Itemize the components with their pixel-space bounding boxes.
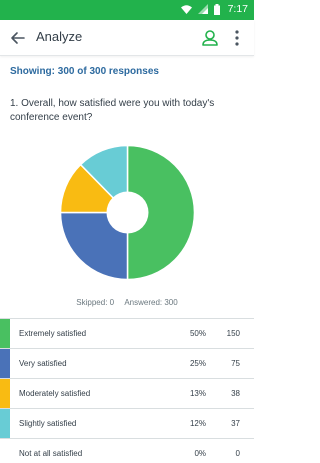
table-row[interactable]: Extremely satisfied 50% 150: [0, 319, 254, 349]
answer-count: 38: [231, 389, 240, 398]
signal-icon: [197, 4, 208, 14]
answer-percent: 0%: [194, 449, 206, 458]
responses-count: Showing: 300 of 300 responses: [10, 66, 159, 77]
person-icon[interactable]: [201, 28, 219, 48]
answer-count: 0: [235, 449, 240, 458]
donut-hole: [106, 191, 149, 234]
question-title: 1. Overall, how satisfied were you with …: [10, 98, 215, 123]
legend-swatch: [0, 349, 10, 378]
skipped-count: Skipped: 0: [76, 298, 115, 307]
wifi-icon: [180, 4, 192, 14]
answer-label: Moderately satisfied: [19, 389, 91, 398]
legend-swatch: [0, 319, 10, 348]
answer-label: Extremely satisfied: [19, 329, 87, 338]
answer-label: Very satisfied: [19, 359, 67, 368]
answer-label: Slightly satisfied: [19, 419, 77, 428]
answer-label: Not at all satisfied: [19, 449, 83, 458]
donut-chart: [59, 144, 196, 281]
more-vertical-icon[interactable]: [230, 28, 244, 48]
table-row[interactable]: Not at all satisfied 0% 0: [0, 439, 254, 463]
answered-count: Answered: 300: [124, 298, 178, 307]
answer-percent: 13%: [189, 389, 206, 398]
legend-swatch: [0, 439, 10, 463]
status-bar: 7:17: [0, 0, 254, 20]
app-bar: Analyze: [0, 20, 254, 56]
legend-swatch: [0, 409, 10, 438]
arrow-left-icon[interactable]: [8, 28, 28, 48]
answer-table: Extremely satisfied 50% 150 Very satisfied 2…: [0, 318, 254, 463]
answer-percent: 25%: [189, 359, 206, 368]
table-row[interactable]: Very satisfied 25% 75: [0, 349, 254, 379]
page-title: Analyze: [36, 29, 83, 44]
table-row[interactable]: Slightly satisfied 12% 37: [0, 409, 254, 439]
chart-summary: Skipped: 0 Answered: 300: [0, 298, 254, 307]
answer-percent: 12%: [189, 419, 206, 428]
battery-icon: [213, 3, 220, 15]
status-time: 7:17: [227, 3, 248, 15]
answer-count: 150: [226, 329, 240, 338]
legend-swatch: [0, 379, 10, 408]
answer-count: 75: [231, 359, 240, 368]
answer-count: 37: [231, 419, 240, 428]
answer-percent: 50%: [189, 329, 206, 338]
status-icons: 7:17: [180, 3, 248, 15]
table-row[interactable]: Moderately satisfied 13% 38: [0, 379, 254, 409]
